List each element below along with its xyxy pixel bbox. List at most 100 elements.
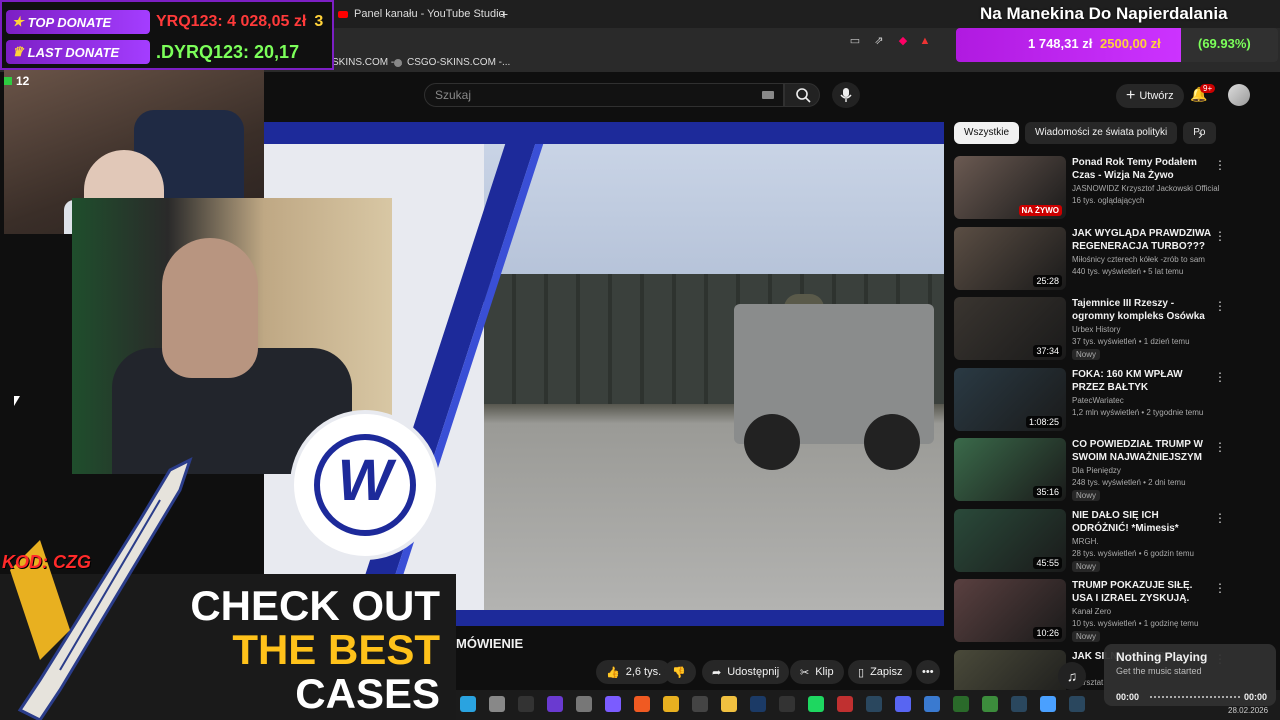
taskbar-camera-icon[interactable]	[489, 696, 505, 712]
recommendation-item[interactable]: 37:34 Tajemnice III Rzeszy - ogromny komp…	[954, 297, 1274, 363]
channel-logo: W	[290, 410, 440, 560]
new-tab-button[interactable]: +	[500, 4, 508, 24]
video-thumbnail[interactable]: 35:16	[954, 438, 1066, 501]
recommendation-title[interactable]: JAK WYGLĄDA PRAWDZIWA REGENERACJA TURBO?…	[1072, 227, 1212, 253]
recommendation-item[interactable]: 10:26 TRUMP POKAZUJE SIŁĘ. USA I IZRAEL Z…	[954, 579, 1274, 645]
recommendation-title[interactable]: FOKA: 160 KM WPŁAW PRZEZ BAŁTYK	[1072, 368, 1212, 394]
search-input[interactable]: Szukaj	[424, 83, 784, 107]
taskbar-discord-icon[interactable]	[895, 696, 911, 712]
clip-button[interactable]: ✂ Klip	[790, 660, 844, 684]
taskbar-app-icon[interactable]	[924, 696, 940, 712]
taskbar-app-icon[interactable]	[837, 696, 853, 712]
share-icon[interactable]: ⇗	[872, 34, 886, 48]
taskbar-tool-icon[interactable]	[605, 696, 621, 712]
video-thumbnail[interactable]: 25:28	[954, 226, 1066, 290]
chevron-right-icon[interactable]: ›	[1198, 126, 1203, 142]
taskbar-obs-icon[interactable]	[518, 696, 534, 712]
video-thumbnail[interactable]: NA ŻYWO	[954, 156, 1066, 219]
promo-line: THE BEST	[232, 626, 440, 673]
taskbar-steam-icon[interactable]	[1069, 696, 1085, 712]
taskbar-chrome-icon[interactable]	[663, 696, 679, 712]
recommendation-title[interactable]: NIE DAŁO SIĘ ICH ODRÓŻNIĆ! *Mimesis*	[1072, 509, 1212, 535]
video-thumbnail[interactable]: 1:08:25	[954, 367, 1066, 431]
chip-all[interactable]: Wszystkie	[954, 122, 1019, 144]
recommendation-channel[interactable]: Urbex History	[1072, 325, 1222, 334]
video-thumbnail[interactable]: 10:26	[954, 579, 1066, 642]
video-thumbnail[interactable]: 45:55	[954, 508, 1066, 572]
taskbar-app-icon[interactable]	[779, 696, 795, 712]
recommendation-channel[interactable]: MRGH.	[1072, 537, 1222, 546]
recommendation-item[interactable]: 25:28 JAK WYGLĄDA PRAWDZIWA REGENERACJA T…	[954, 226, 1274, 293]
globe-icon	[394, 58, 402, 67]
taskbar-steam-icon[interactable]	[1011, 696, 1027, 712]
search-button[interactable]	[784, 83, 820, 107]
recommendation-item[interactable]: 35:16 CO POWIEDZIAŁ TRUMP W SWOIM NAJWAŻN…	[954, 438, 1274, 504]
taskbar-app-icon[interactable]	[547, 696, 563, 712]
more-options-icon[interactable]: ⋮	[1214, 581, 1226, 595]
more-options-icon[interactable]: ⋮	[1214, 229, 1226, 243]
recommendation-title[interactable]: TRUMP POKAZUJE SIŁĘ. USA I IZRAEL ZYSKUJ…	[1072, 579, 1212, 605]
share-button[interactable]: ➦ Udostępnij	[702, 660, 790, 684]
rewards-icon[interactable]: ▲	[918, 34, 932, 48]
recommendation-channel[interactable]: PatecWariatec	[1072, 396, 1222, 405]
recommendation-item[interactable]: 45:55 NIE DAŁO SIĘ ICH ODRÓŻNIĆ! *Mimesis…	[954, 508, 1274, 575]
more-actions-button[interactable]: •••	[916, 660, 940, 684]
more-options-icon[interactable]: ⋮	[1214, 440, 1226, 454]
music-time-start: 00:00	[1116, 692, 1140, 702]
music-note-icon[interactable]: ♫	[1058, 662, 1086, 690]
recommendation-title[interactable]: Ponad Rok Temy Podałem Czas - Wizja Na Ż…	[1072, 156, 1212, 182]
more-options-icon[interactable]: ⋮	[1214, 511, 1226, 525]
recommendation-title[interactable]: CO POWIEDZIAŁ TRUMP W SWOIM NAJWAŻNIEJSZ…	[1072, 438, 1212, 464]
save-button[interactable]: ▯ Zapisz	[848, 660, 913, 684]
new-badge: Nowy	[1072, 490, 1101, 501]
keyboard-icon[interactable]	[762, 91, 774, 99]
recommendation-meta: 16 tys. oglądających	[1072, 196, 1145, 205]
recommendation-item[interactable]: NA ŻYWO Ponad Rok Temy Podałem Czas - Wiz…	[954, 156, 1274, 222]
crown-icon: ♛	[12, 44, 24, 59]
recommendation-meta: 28 tys. wyświetleń • 6 godzin temu	[1072, 548, 1194, 558]
voice-search-button[interactable]	[832, 82, 860, 108]
last-donate-row: ♛ LAST DONATE .DYRQ123: 20,17	[6, 38, 299, 66]
like-button[interactable]: 👍 2,6 tys.	[596, 660, 672, 684]
recommendation-channel[interactable]: Kanał Zero	[1072, 607, 1222, 616]
music-progress[interactable]	[1150, 696, 1240, 698]
last-donate-badge: ♛ LAST DONATE	[6, 40, 150, 64]
music-subtitle: Get the music started	[1116, 666, 1202, 676]
dislike-button[interactable]: 👎	[664, 660, 696, 684]
donation-panel: ★ TOP DONATE YRQ123: 4 028,05 zł 3 ♛ LAS…	[0, 0, 334, 70]
recommendation-meta: 10 tys. wyświetleń • 1 godzinę temu	[1072, 619, 1199, 628]
video-duration: 25:28	[1033, 274, 1062, 287]
cast-icon[interactable]: ▭	[848, 34, 862, 48]
taskbar-brave-icon[interactable]	[634, 696, 650, 712]
video-thumbnail[interactable]: 37:34	[954, 297, 1066, 360]
taskbar-photoshop-icon[interactable]	[750, 696, 766, 712]
recommendation-channel[interactable]: Miłośnicy czterech kółek -zrób to sam	[1072, 255, 1222, 264]
recommendation-item[interactable]: 1:08:25 FOKA: 160 KM WPŁAW PRZEZ BAŁTYK Pa…	[954, 367, 1274, 434]
taskbar-cube-icon[interactable]	[576, 696, 592, 712]
browser-tab[interactable]: Panel kanału - YouTube Studio	[338, 4, 505, 24]
taskbar-folder-icon[interactable]	[721, 696, 737, 712]
screen: { "browser": { "tab_title": "Panel kanał…	[0, 0, 1280, 720]
bookmark-item[interactable]: CSGO-SKINS.COM -...	[394, 57, 510, 68]
recommendation-channel[interactable]: JASNOWIDZ Krzysztof Jackowski Official	[1072, 184, 1222, 193]
taskbar-spotify-icon[interactable]	[808, 696, 824, 712]
more-options-icon[interactable]: ⋮	[1214, 370, 1226, 384]
more-options-icon[interactable]: ⋮	[1214, 299, 1226, 313]
recommendation-title[interactable]: Tajemnice III Rzeszy - ogromny kompleks …	[1072, 297, 1212, 323]
more-options-icon[interactable]: ⋮	[1214, 158, 1226, 172]
recommendation-channel[interactable]: Dla Pieniędzy	[1072, 466, 1222, 475]
brave-shield-icon[interactable]: ◆	[896, 34, 910, 48]
avatar[interactable]	[1228, 84, 1250, 106]
bookmark-item[interactable]: SKINS.COM -...	[332, 57, 403, 68]
create-button[interactable]: + Utwórz	[1116, 84, 1184, 108]
video-duration: 37:34	[1033, 345, 1062, 357]
taskbar-app-icon[interactable]	[692, 696, 708, 712]
plus-icon: +	[1126, 87, 1136, 104]
taskbar-shield-icon[interactable]	[1040, 696, 1056, 712]
taskbar-app-icon[interactable]	[953, 696, 969, 712]
chip-politics[interactable]: Wiadomości ze świata polityki	[1025, 122, 1178, 144]
taskbar-minecraft-icon[interactable]	[982, 696, 998, 712]
taskbar-telegram-icon[interactable]	[460, 696, 476, 712]
taskbar-steam-icon[interactable]	[866, 696, 882, 712]
video-top-bar	[264, 122, 944, 144]
